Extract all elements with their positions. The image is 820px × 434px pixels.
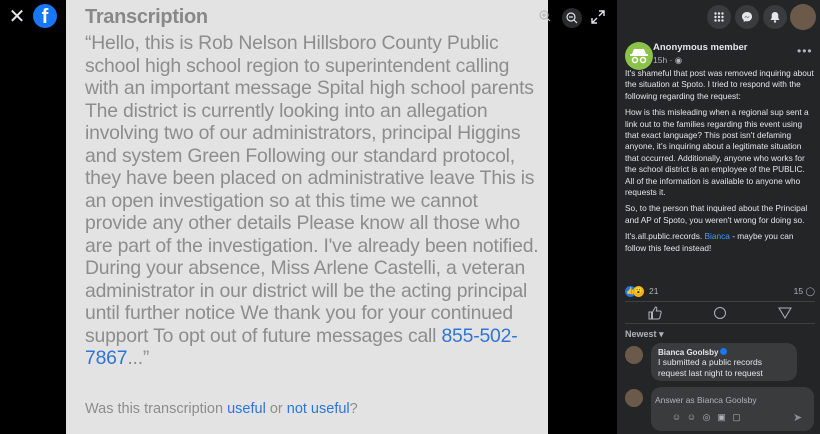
messenger-icon[interactable] [735, 5, 759, 29]
post-text: It's shameful that post was removed inqu… [625, 68, 815, 259]
comment-sort-label: Newest [625, 329, 657, 339]
photo-body: “Hello, this is Rob Nelson Hillsboro Cou… [85, 32, 545, 370]
emoji-icon[interactable]: ☺ [686, 412, 697, 423]
zoom-out-icon[interactable] [562, 8, 582, 28]
gif-icon[interactable]: ▣ [716, 412, 727, 423]
globe-icon: ◉ [674, 55, 683, 65]
commenter-avatar[interactable] [625, 346, 643, 364]
anonymous-avatar-icon[interactable] [625, 42, 653, 70]
chevron-down-icon: ▾ [659, 329, 664, 339]
reply-input[interactable] [655, 394, 795, 406]
reactions-bar: 👍 😮 21 15 ◯ [625, 286, 815, 298]
zoom-in-icon[interactable] [535, 8, 555, 28]
comment-sort-dropdown[interactable]: Newest ▾ [625, 329, 664, 340]
comments-count-value: 15 [793, 286, 804, 296]
footer-not-useful: not useful [286, 401, 350, 417]
post-paragraph-last: It's.all.public.records. Bianca - maybe … [625, 231, 815, 254]
comment-button-icon[interactable] [712, 306, 728, 320]
verified-badge-icon [720, 348, 728, 355]
post-author[interactable]: Anonymous member [653, 42, 748, 53]
avatar-sticker-icon[interactable]: ☺ [671, 412, 682, 423]
divider [625, 301, 815, 302]
footer-useful: useful [227, 401, 266, 417]
share-button-icon[interactable] [777, 306, 793, 320]
wow-reaction-icon[interactable]: 😮 [633, 286, 644, 297]
reply-avatar [625, 389, 643, 407]
footer-prefix: Was this transcription [85, 401, 228, 417]
reply-box[interactable]: ☺ ☺ ◎ ▣ ▢ ➤ [651, 387, 814, 431]
footer-suffix: ? [349, 401, 358, 417]
photo-body-text: “Hello, this is Rob Nelson Hillsboro Cou… [85, 32, 539, 347]
post-meta: 15h · ◉ [653, 55, 683, 65]
post-time[interactable]: 15h [653, 55, 667, 65]
like-button-icon[interactable] [647, 306, 663, 320]
mention-link[interactable]: Bianca [705, 231, 730, 241]
close-icon[interactable]: ✕ [8, 7, 26, 27]
send-icon[interactable]: ➤ [793, 411, 802, 424]
comment-bubble: Bianca Goolsby I submitted a public reco… [651, 343, 797, 381]
photo-viewer: ✕ f Transcription “Hello, this is Rob Ne… [0, 0, 617, 434]
post-last-prefix: It's.all.public.records. [625, 231, 705, 242]
post-panel: Anonymous member 15h · ◉ ••• It's shamef… [617, 0, 820, 434]
comment-count-icon: ◯ [805, 286, 815, 296]
post-paragraph: So, to the person that inquired about th… [625, 203, 808, 225]
camera-icon[interactable]: ◎ [701, 412, 712, 423]
profile-avatar-icon[interactable] [790, 4, 816, 30]
photo: Transcription “Hello, this is Rob Nelson… [66, 0, 548, 434]
post-paragraph: How is this misleading when a regional s… [625, 107, 809, 198]
more-options-icon[interactable]: ••• [797, 44, 813, 58]
header-bar [617, 0, 820, 34]
post-paragraph: It's shameful that post was removed inqu… [625, 68, 814, 101]
photo-heading: Transcription [85, 6, 208, 28]
comments-count[interactable]: 15 ◯ [794, 286, 815, 297]
footer-or: or [265, 401, 287, 417]
sticker-icon[interactable]: ▢ [731, 412, 742, 423]
comment-author-row: Bianca Goolsby [658, 348, 790, 357]
comment-author[interactable]: Bianca Goolsby [658, 348, 718, 357]
divider [625, 323, 815, 324]
facebook-logo-icon[interactable]: f [33, 4, 57, 28]
photo-footer: Was this transcription useful or not use… [85, 401, 358, 417]
photo-body-end: ...” [127, 347, 150, 369]
reactions-count[interactable]: 21 [649, 286, 658, 296]
expand-icon[interactable] [591, 10, 607, 26]
menu-grid-icon[interactable] [707, 5, 731, 29]
notifications-icon[interactable] [763, 5, 787, 29]
comment-text: I submitted a public records request las… [658, 357, 763, 378]
